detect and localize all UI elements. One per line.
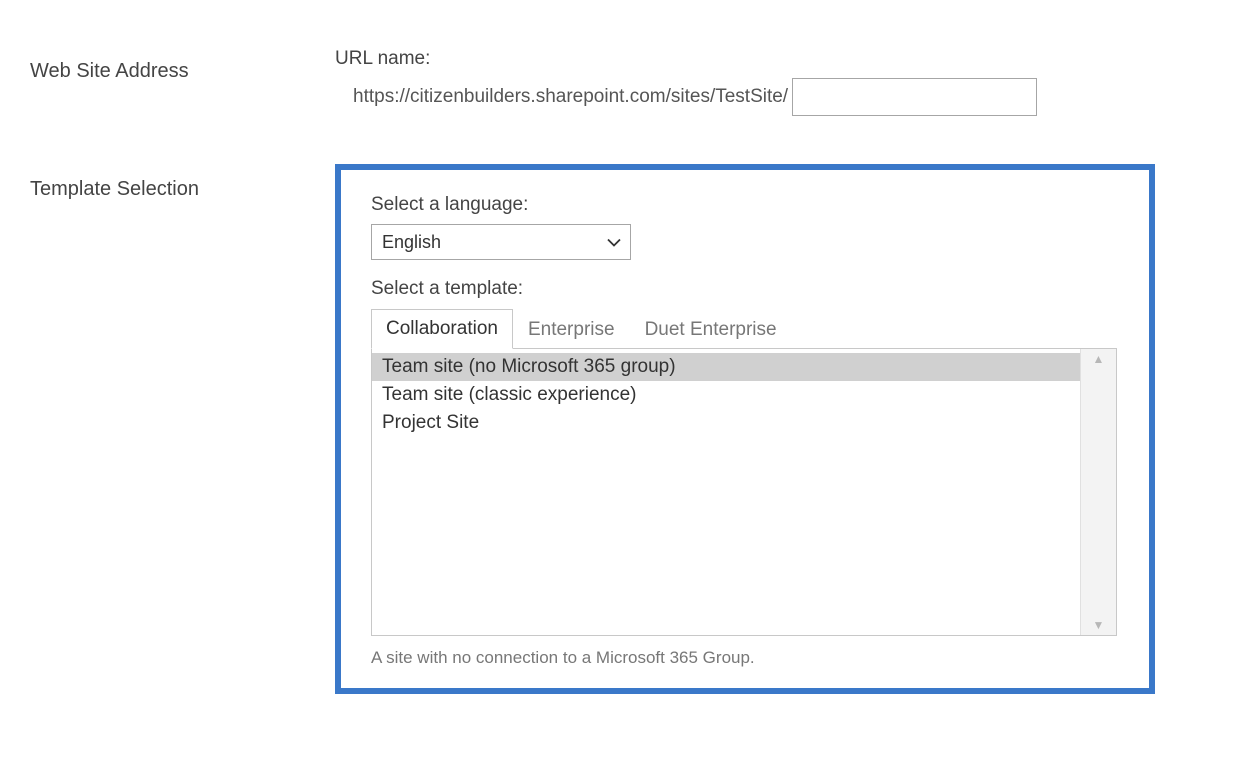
list-item-label: Team site (classic experience) — [382, 384, 636, 405]
language-select[interactable]: English — [371, 224, 631, 260]
tab-duet-enterprise[interactable]: Duet Enterprise — [630, 310, 792, 349]
url-prefix-text: https://citizenbuilders.sharepoint.com/s… — [353, 86, 788, 108]
list-item[interactable]: Team site (no Microsoft 365 group) — [372, 353, 1080, 381]
tab-label: Duet Enterprise — [645, 319, 777, 340]
scroll-down-icon[interactable]: ▼ — [1093, 619, 1105, 631]
url-content: URL name: https://citizenbuilders.sharep… — [335, 48, 1250, 116]
url-name-input[interactable] — [792, 78, 1037, 116]
url-name-label: URL name: — [335, 48, 1250, 70]
tab-enterprise[interactable]: Enterprise — [513, 310, 630, 349]
list-item-label: Team site (no Microsoft 365 group) — [382, 356, 676, 377]
template-description: A site with no connection to a Microsoft… — [371, 648, 1119, 668]
tab-label: Collaboration — [386, 318, 498, 339]
template-selection-box: Select a language: English Select a temp… — [335, 164, 1155, 694]
select-language-label: Select a language: — [371, 194, 1119, 216]
web-site-address-heading: Web Site Address — [0, 48, 335, 83]
template-selection-row: Template Selection Select a language: En… — [0, 164, 1250, 694]
template-selection-heading: Template Selection — [0, 164, 335, 201]
tab-label: Enterprise — [528, 319, 615, 340]
scroll-up-icon[interactable]: ▲ — [1093, 353, 1105, 365]
template-tabs: Collaboration Enterprise Duet Enterprise — [371, 308, 1119, 348]
web-site-address-row: Web Site Address URL name: https://citiz… — [0, 48, 1250, 116]
list-item[interactable]: Project Site — [372, 409, 1080, 437]
template-content: Select a language: English Select a temp… — [335, 164, 1250, 694]
url-line: https://citizenbuilders.sharepoint.com/s… — [335, 78, 1250, 116]
list-item[interactable]: Team site (classic experience) — [372, 381, 1080, 409]
template-list[interactable]: Team site (no Microsoft 365 group) Team … — [372, 349, 1080, 635]
scrollbar[interactable]: ▲ ▼ — [1080, 349, 1116, 635]
list-item-label: Project Site — [382, 412, 479, 433]
template-listbox: Team site (no Microsoft 365 group) Team … — [371, 348, 1117, 636]
language-select-wrap: English — [371, 224, 631, 260]
tab-collaboration[interactable]: Collaboration — [371, 309, 513, 349]
select-template-label: Select a template: — [371, 278, 1119, 300]
